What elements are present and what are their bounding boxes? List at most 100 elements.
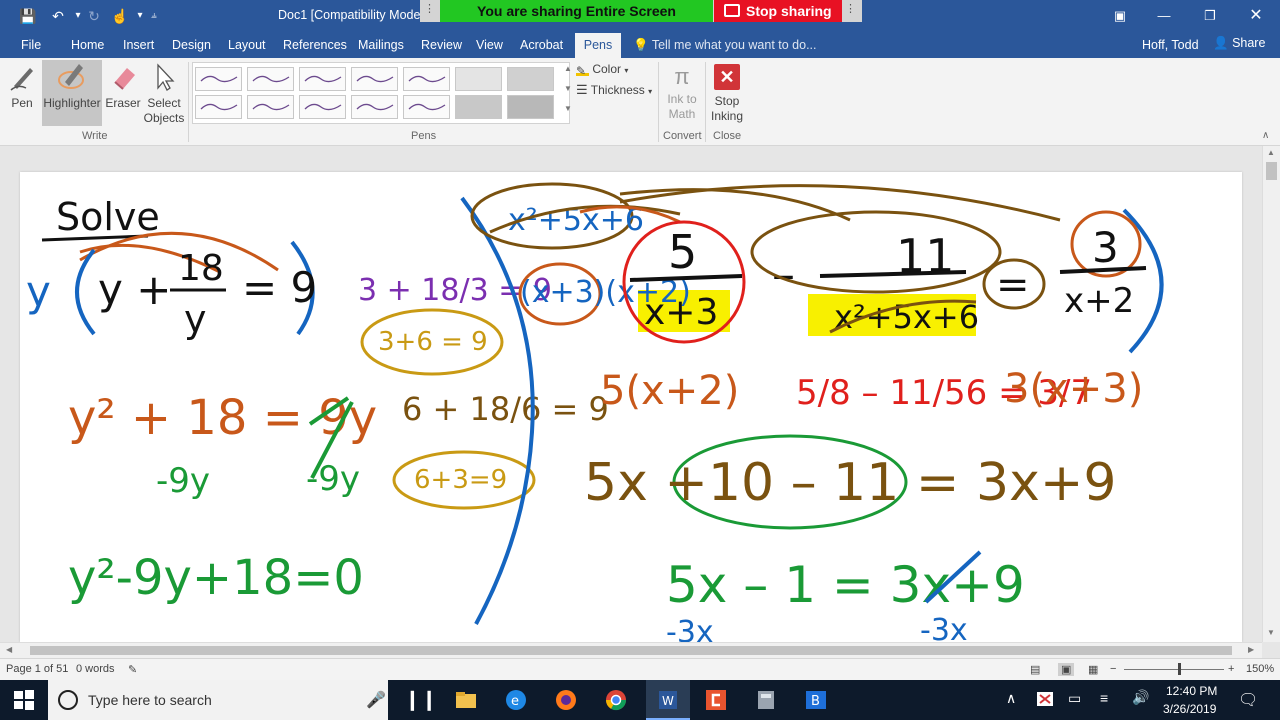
- horizontal-scroll-thumb[interactable]: [30, 646, 1232, 655]
- notifications-icon[interactable]: 🗨: [1238, 690, 1258, 710]
- chrome-icon[interactable]: [604, 688, 628, 712]
- highlighter-swatch[interactable]: [455, 95, 502, 119]
- blackboard-app-icon[interactable]: B: [804, 688, 828, 712]
- collapse-ribbon-icon[interactable]: ∧: [1262, 130, 1269, 141]
- zoom-slider-thumb[interactable]: [1178, 663, 1181, 675]
- wifi-icon[interactable]: ≡: [1100, 690, 1108, 706]
- calculator-app-icon[interactable]: [754, 688, 778, 712]
- print-layout-icon[interactable]: ▣: [1058, 663, 1075, 676]
- taskbar-word-active[interactable]: W: [646, 680, 690, 720]
- highlighter-swatch[interactable]: [455, 67, 502, 91]
- banner-handle-icon[interactable]: ⋮: [424, 2, 435, 15]
- ink-canvas[interactable]: Solve y y + 18 y = 9 y² + 18 = 9y -9y -9…: [20, 172, 1242, 642]
- tab-design[interactable]: Design: [172, 38, 211, 52]
- windows-start-icon[interactable]: [12, 688, 36, 712]
- volume-icon[interactable]: 🔊: [1132, 689, 1149, 706]
- tab-insert[interactable]: Insert: [123, 38, 154, 52]
- tab-home[interactable]: Home: [71, 38, 104, 52]
- customize-qat-icon[interactable]: ⫨: [144, 6, 164, 26]
- tab-layout[interactable]: Layout: [228, 38, 266, 52]
- ribbon-display-icon[interactable]: ▣: [1108, 6, 1132, 26]
- svg-text:e: e: [511, 694, 519, 709]
- group-close-label: Close: [713, 130, 742, 142]
- ink-multiply-y: y: [26, 267, 51, 316]
- file-explorer-icon[interactable]: [454, 688, 478, 712]
- ink-to-math-button[interactable]: π Ink to Math: [662, 62, 702, 122]
- scroll-up-icon[interactable]: ▲: [1267, 148, 1275, 157]
- user-account[interactable]: Hoff, Todd: [1142, 38, 1199, 52]
- read-mode-icon[interactable]: ▤: [1030, 663, 1040, 676]
- zoom-out-icon[interactable]: −: [1110, 663, 1116, 675]
- pen-swatch[interactable]: [247, 67, 294, 91]
- firefox-icon[interactable]: [554, 688, 578, 712]
- thickness-button[interactable]: ☰ Thickness ▾: [576, 82, 652, 99]
- clock-time[interactable]: 12:40 PM: [1166, 684, 1217, 698]
- task-view-icon[interactable]: ❙❙: [404, 688, 438, 712]
- tab-view[interactable]: View: [476, 38, 503, 52]
- scroll-down-icon[interactable]: ▼: [1267, 628, 1275, 637]
- vertical-scrollbar[interactable]: ▲ ▼: [1262, 146, 1280, 642]
- touch-mode-icon[interactable]: ☝: [110, 6, 130, 26]
- page-count[interactable]: Page 1 of 51: [6, 663, 68, 675]
- color-button[interactable]: ✎ Color ▾: [576, 62, 628, 78]
- web-layout-icon[interactable]: ▦: [1088, 663, 1098, 676]
- pen-tool-button[interactable]: Pen: [6, 62, 38, 111]
- redo-icon[interactable]: ↻: [84, 6, 104, 26]
- gallery-scroll-down-icon[interactable]: ▼: [564, 84, 572, 93]
- recorder-tray-icon[interactable]: [1036, 690, 1054, 708]
- taskbar-search-box[interactable]: Type here to search 🎤: [48, 680, 388, 720]
- pen-swatch[interactable]: [299, 67, 346, 91]
- scroll-right-icon[interactable]: ▶: [1248, 645, 1254, 654]
- scroll-left-icon[interactable]: ◀: [6, 645, 12, 654]
- gallery-more-icon[interactable]: ▼: [564, 104, 572, 113]
- ink-eq1-denominator: y: [184, 297, 207, 341]
- tab-references[interactable]: References: [283, 38, 347, 52]
- pen-swatch[interactable]: [351, 95, 398, 119]
- tab-acrobat[interactable]: Acrobat: [520, 38, 563, 52]
- close-icon[interactable]: ✕: [1244, 6, 1268, 26]
- stop-sharing-button[interactable]: Stop sharing: [714, 0, 842, 22]
- clock-date[interactable]: 3/26/2019: [1163, 702, 1216, 716]
- horizontal-scrollbar[interactable]: ◀ ▶: [0, 642, 1262, 658]
- tab-pens[interactable]: Pens: [575, 33, 621, 58]
- show-hidden-icons[interactable]: ∧: [1006, 690, 1016, 707]
- stop-inking-button[interactable]: ✕ Stop Inking: [707, 64, 747, 124]
- pen-swatch[interactable]: [403, 67, 450, 91]
- document-page[interactable]: Solve y y + 18 y = 9 y² + 18 = 9y -9y -9…: [20, 172, 1242, 642]
- pen-swatch[interactable]: [195, 95, 242, 119]
- ink-frac3-num: 3: [1092, 223, 1119, 272]
- save-icon[interactable]: 💾: [18, 6, 38, 26]
- undo-icon[interactable]: ↶: [48, 6, 68, 26]
- minimize-icon[interactable]: —: [1152, 6, 1176, 26]
- tab-mailings[interactable]: Mailings: [358, 38, 404, 52]
- highlighter-swatch[interactable]: [507, 95, 554, 119]
- pen-swatch[interactable]: [247, 95, 294, 119]
- gallery-scroll-up-icon[interactable]: ▲: [564, 64, 572, 73]
- highlighter-tool-button[interactable]: Highlighter: [42, 60, 102, 126]
- edge-browser-icon[interactable]: e: [504, 688, 528, 712]
- tab-file[interactable]: File: [21, 38, 41, 52]
- zoom-level[interactable]: 150%: [1246, 663, 1274, 675]
- proofing-icon[interactable]: ✎: [128, 663, 137, 676]
- tab-review[interactable]: Review: [421, 38, 462, 52]
- microphone-icon[interactable]: 🎤: [366, 690, 386, 710]
- select-objects-button[interactable]: Select Objects: [142, 62, 186, 126]
- zoom-in-icon[interactable]: +: [1228, 663, 1234, 675]
- screencast-app-icon[interactable]: [704, 688, 728, 712]
- thickness-icon: ☰: [576, 82, 588, 97]
- highlighter-swatch[interactable]: [507, 67, 554, 91]
- pen-swatch[interactable]: [299, 95, 346, 119]
- pen-swatch[interactable]: [195, 67, 242, 91]
- pen-swatch[interactable]: [351, 67, 398, 91]
- vertical-scroll-thumb[interactable]: [1266, 162, 1277, 180]
- pen-swatch[interactable]: [403, 95, 450, 119]
- eraser-tool-button[interactable]: Eraser: [104, 62, 142, 111]
- tell-me-search[interactable]: 💡 Tell me what you want to do...: [633, 38, 817, 53]
- share-button[interactable]: 👤 Share: [1213, 36, 1265, 51]
- banner-more-icon[interactable]: ⋮: [845, 2, 856, 15]
- word-count[interactable]: 0 words: [76, 663, 115, 675]
- battery-icon[interactable]: ▭: [1068, 690, 1081, 707]
- restore-icon[interactable]: ❐: [1198, 6, 1222, 26]
- zoom-slider[interactable]: [1124, 669, 1224, 670]
- document-title: Doc1 [Compatibility Mode]: [278, 8, 424, 22]
